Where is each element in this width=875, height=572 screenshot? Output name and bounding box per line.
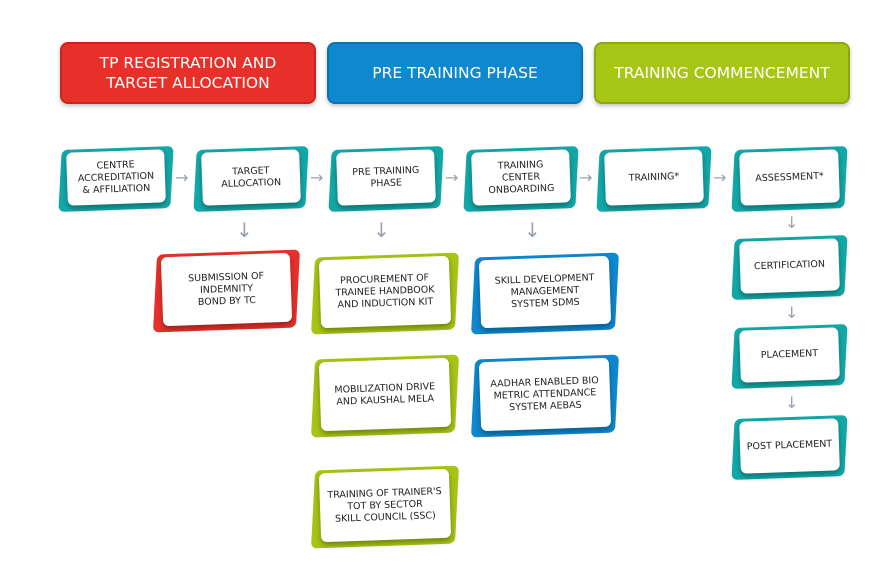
step-pre-training-phase: PRE TRAINING PHASE — [328, 146, 444, 212]
arrow-down-icon: ↓ — [373, 218, 390, 242]
arrow-right-icon: → — [445, 168, 459, 187]
step-target-allocation: TARGET ALLOCATION — [193, 146, 309, 212]
card-training-of-trainers: TRAINING OF TRAINER'S TOT BY SECTOR SKIL… — [310, 465, 460, 549]
step-training: TRAINING* — [596, 146, 712, 212]
card-procurement: PROCUREMENT OF TRAINEE HANDBOOK AND INDU… — [310, 252, 460, 335]
step-training-center-onboarding: TRAINING CENTER ONBOARDING — [463, 146, 579, 212]
arrow-right-icon: → — [713, 168, 727, 187]
card-aebas: AADHAR ENABLED BIO METRIC ATTENDANCE SYS… — [470, 354, 620, 438]
arrow-right-icon: → — [579, 168, 593, 187]
arrow-down-icon: ↓ — [236, 218, 253, 242]
header-training-commencement: TRAINING COMMENCEMENT — [594, 42, 850, 104]
step-centre-accreditation: CENTRE ACCREDITATION & AFFILIATION — [58, 146, 174, 212]
arrow-down-icon: ↓ — [524, 218, 541, 242]
card-mobilization: MOBILIZATION DRIVE AND KAUSHAL MELA — [310, 354, 460, 438]
header-tp-registration: TP REGISTRATION AND TARGET ALLOCATION — [60, 42, 316, 104]
arrow-down-icon: ↓ — [785, 303, 799, 322]
card-certification: CERTIFICATION — [731, 235, 848, 300]
arrow-right-icon: → — [175, 168, 189, 187]
header-pre-training: PRE TRAINING PHASE — [327, 42, 583, 104]
card-post-placement: POST PLACEMENT — [731, 415, 848, 480]
step-assessment: ASSESSMENT* — [731, 146, 848, 212]
arrow-right-icon: → — [310, 168, 324, 187]
card-submission-indemnity: SUBMISSION OF INDEMNITY BOND BY TC — [152, 249, 301, 333]
card-placement: PLACEMENT — [731, 324, 848, 389]
arrow-down-icon: ↓ — [785, 213, 799, 232]
process-flow-diagram: TP REGISTRATION AND TARGET ALLOCATION PR… — [0, 0, 875, 572]
arrow-down-icon: ↓ — [785, 393, 799, 412]
card-sdms: SKILL DEVELOPMENT MANAGEMENT SYSTEM SDMS — [470, 252, 620, 335]
